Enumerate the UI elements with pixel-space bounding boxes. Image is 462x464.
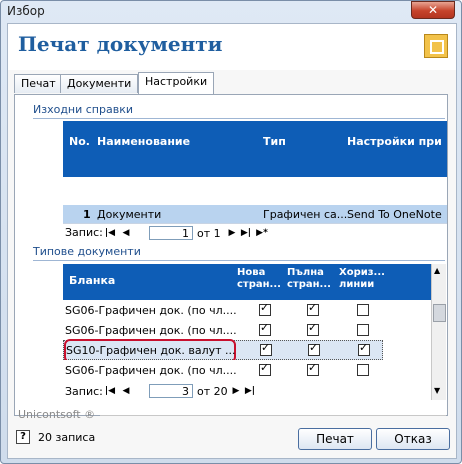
types-scrollbar[interactable]: ▲ ▼ — [431, 264, 446, 400]
page-title: Печат документи — [18, 32, 223, 56]
new-page-checkbox[interactable] — [259, 321, 271, 336]
row-name: Документи — [97, 208, 162, 221]
section-divider — [33, 260, 445, 261]
row-form: SG06-Графичен док. (по чл.... — [65, 364, 237, 377]
table-row[interactable]: 1 Документи Графичен са... Send To OneNo… — [63, 205, 447, 223]
full-page-checkbox[interactable] — [307, 321, 319, 336]
full-page-checkbox[interactable] — [307, 301, 319, 316]
dialog-client: Печат документи Печат Документи Настройк… — [7, 23, 457, 459]
full-page-checkbox[interactable] — [308, 341, 320, 356]
record-label: Запис: — [65, 385, 103, 398]
row-form: SG06-Графичен док. (по чл.... — [65, 324, 237, 337]
scroll-down-icon[interactable]: ▼ — [434, 386, 440, 395]
footer-divider — [100, 415, 446, 416]
tab-settings[interactable]: Настройки — [138, 72, 215, 94]
table-row-selected[interactable]: SG10-Графичен док. валут ... — [63, 339, 383, 363]
col-no: No. — [69, 135, 90, 148]
col-name: Наименование — [97, 135, 191, 148]
col-full-page: Пълна стран... — [287, 267, 331, 290]
last-record-icon[interactable]: ▶| — [239, 226, 253, 240]
close-button[interactable]: ✕ — [411, 1, 455, 19]
first-record-icon[interactable]: |◀ — [103, 226, 117, 240]
title-bar: Избор ✕ — [1, 1, 461, 21]
dialog-window: Избор ✕ Печат документи Печат Документи … — [0, 0, 462, 464]
print-button[interactable]: Печат — [298, 428, 372, 450]
new-page-checkbox[interactable] — [259, 301, 271, 316]
hlines-checkbox[interactable] — [357, 324, 369, 336]
hlines-checkbox[interactable] — [357, 304, 369, 316]
row-form: SG06-Графичен док. (по чл.... — [65, 304, 237, 317]
last-record-icon[interactable]: ▶| — [243, 384, 257, 398]
source-section-title: Изходни справки — [33, 103, 133, 116]
brand-label: Unicontsoft ® — [18, 408, 96, 421]
next-record-icon[interactable]: ▶ — [229, 384, 243, 398]
full-page-checkbox[interactable] — [307, 361, 319, 376]
cancel-button[interactable]: Отказ — [376, 428, 450, 450]
tab-print[interactable]: Печат — [14, 74, 63, 93]
source-grid-spacer — [63, 177, 447, 205]
record-number-input[interactable]: 3 — [149, 384, 193, 398]
window-title: Избор — [7, 4, 45, 18]
row-form: SG10-Графичен док. валут ... — [66, 344, 236, 357]
record-total: от 1 — [197, 227, 221, 240]
table-row[interactable]: SG06-Графичен док. (по чл.... — [63, 320, 383, 340]
col-form: Бланка — [69, 274, 116, 287]
col-printer: Настройки при — [347, 135, 442, 148]
next-record-icon[interactable]: ▶ — [225, 226, 239, 240]
print-frame-icon — [424, 34, 448, 58]
record-number-input[interactable]: 1 — [149, 226, 193, 240]
hlines-checkbox[interactable] — [358, 341, 370, 356]
col-new-page: Нова стран... — [237, 267, 281, 290]
settings-panel: Изходни справки No. Наименование Тип Нас… — [14, 94, 448, 416]
new-page-checkbox[interactable] — [260, 341, 272, 356]
new-page-checkbox[interactable] — [259, 361, 271, 376]
help-icon[interactable]: ? — [16, 430, 30, 444]
tab-documents[interactable]: Документи — [60, 74, 139, 93]
scroll-up-icon[interactable]: ▲ — [434, 266, 440, 275]
scroll-thumb[interactable] — [433, 304, 446, 322]
new-record-icon[interactable]: ▶* — [255, 226, 269, 240]
row-type: Графичен са... — [263, 208, 348, 221]
col-hlines: Хориз... линии — [339, 267, 385, 290]
prev-record-icon[interactable]: ◀ — [119, 384, 133, 398]
prev-record-icon[interactable]: ◀ — [119, 226, 133, 240]
types-record-nav: Запис: |◀ ◀ 3 от 20 ▶ ▶| — [63, 382, 431, 400]
types-grid-header: Бланка Нова стран... Пълна стран... Хори… — [63, 264, 431, 300]
col-type: Тип — [263, 135, 286, 148]
source-grid-header: No. Наименование Тип Настройки при — [63, 121, 447, 177]
dialog-header: Печат документи — [8, 24, 456, 70]
row-no: 1 — [83, 208, 91, 221]
table-row[interactable]: SG06-Графичен док. (по чл.... — [63, 300, 383, 320]
record-count: 20 записа — [38, 431, 96, 444]
types-section-title: Типове документи — [33, 245, 141, 258]
section-divider — [33, 118, 445, 119]
hlines-checkbox[interactable] — [357, 364, 369, 376]
record-total: от 20 — [197, 385, 228, 398]
first-record-icon[interactable]: |◀ — [103, 384, 117, 398]
table-row[interactable]: SG06-Графичен док. (по чл.... — [63, 360, 383, 380]
source-record-nav: Запис: |◀ ◀ 1 от 1 ▶ ▶| ▶* — [63, 223, 447, 242]
record-label: Запис: — [65, 226, 103, 239]
row-printer: Send To OneNote — [347, 208, 442, 221]
